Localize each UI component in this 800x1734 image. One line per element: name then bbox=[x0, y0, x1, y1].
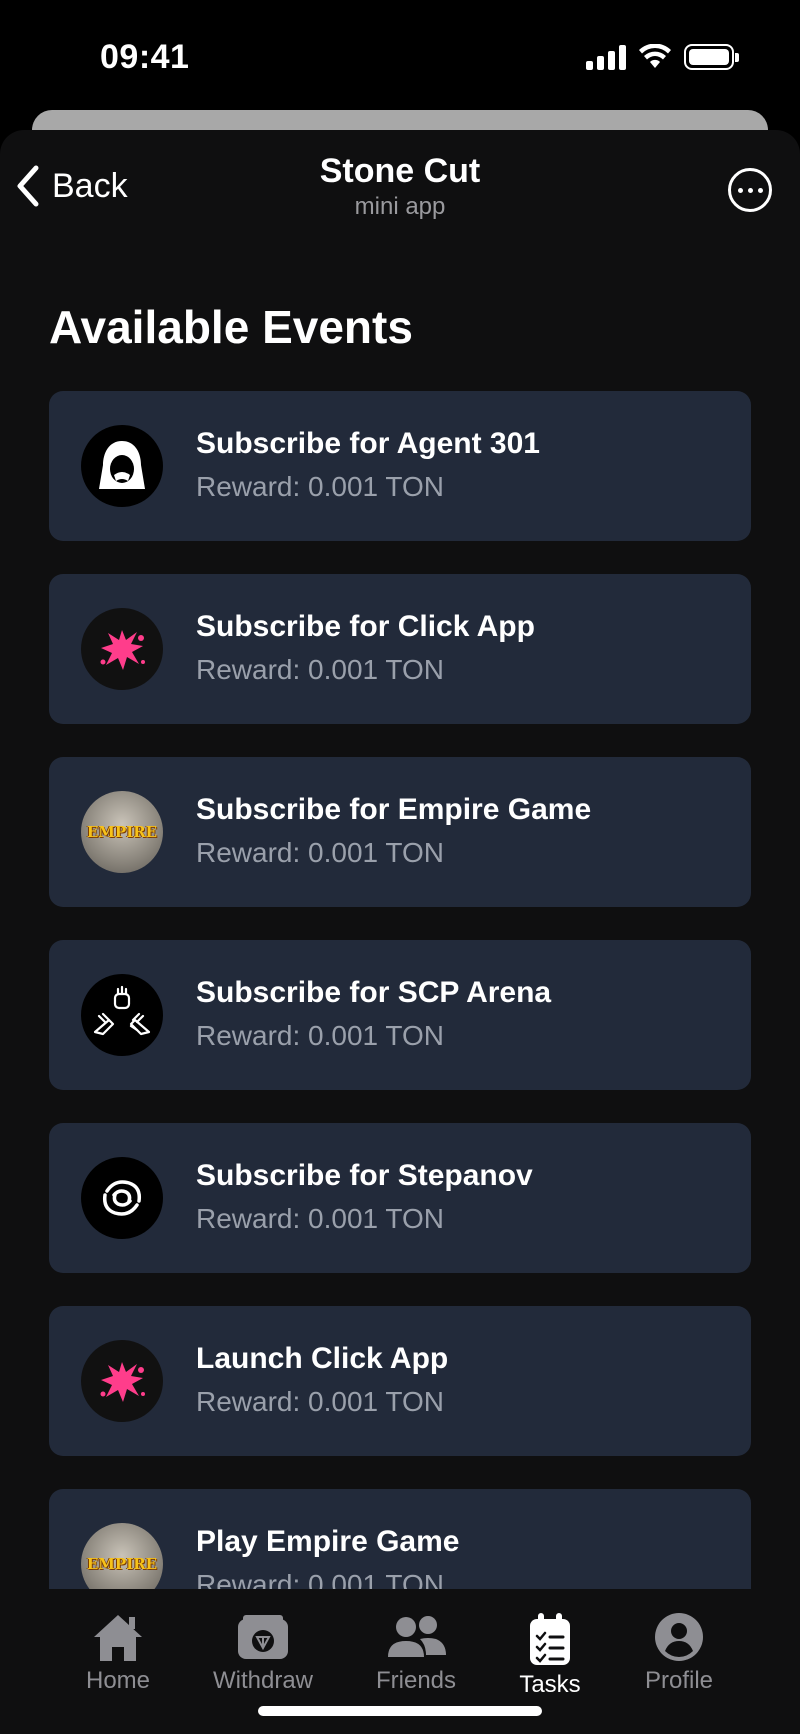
event-text: Subscribe for Stepanov Reward: 0.001 TON bbox=[196, 1159, 533, 1235]
event-title: Subscribe for Empire Game bbox=[196, 793, 592, 826]
cellular-signal-icon bbox=[586, 44, 626, 70]
title-block: Stone Cut mini app bbox=[0, 152, 800, 221]
event-title: Subscribe for Agent 301 bbox=[196, 427, 540, 460]
event-reward: Reward: 0.001 TON bbox=[196, 1203, 444, 1234]
event-reward: Reward: 0.001 TON bbox=[196, 837, 444, 868]
event-card[interactable]: Subscribe for Agent 301 Reward: 0.001 TO… bbox=[49, 391, 751, 541]
tab-friends[interactable]: Friends bbox=[351, 1611, 481, 1695]
pink-splash-icon bbox=[81, 1340, 163, 1422]
tab-profile[interactable]: Profile bbox=[614, 1611, 744, 1695]
event-card[interactable]: EMPIRE Play Empire Game Reward: 0.001 TO… bbox=[49, 1489, 751, 1589]
event-reward: Reward: 0.001 TON bbox=[196, 654, 444, 685]
event-reward: Reward: 0.001 TON bbox=[196, 1020, 444, 1051]
event-reward: Reward: 0.001 TON bbox=[196, 1386, 444, 1417]
battery-icon bbox=[684, 44, 739, 70]
event-card[interactable]: Subscribe for Click App Reward: 0.001 TO… bbox=[49, 574, 751, 724]
event-title: Subscribe for Click App bbox=[196, 610, 535, 643]
event-card[interactable]: Launch Click App Reward: 0.001 TON bbox=[49, 1306, 751, 1456]
tab-tasks[interactable]: Tasks bbox=[485, 1611, 615, 1699]
event-card[interactable]: EMPIRE Subscribe for Empire Game Reward:… bbox=[49, 757, 751, 907]
event-title: Play Empire Game bbox=[196, 1525, 460, 1558]
empire-logo-icon: EMPIRE bbox=[81, 1523, 163, 1589]
event-text: Subscribe for Empire Game Reward: 0.001 … bbox=[196, 793, 591, 869]
more-dot bbox=[747, 187, 753, 193]
wifi-icon bbox=[639, 44, 671, 68]
event-reward: Reward: 0.001 TON bbox=[196, 471, 444, 502]
tab-withdraw[interactable]: Withdraw bbox=[198, 1611, 328, 1695]
event-text: Subscribe for Agent 301 Reward: 0.001 TO… bbox=[196, 427, 540, 503]
event-title: Subscribe for SCP Arena bbox=[196, 976, 552, 1009]
event-text: Subscribe for SCP Arena Reward: 0.001 TO… bbox=[196, 976, 551, 1052]
pink-splash-icon bbox=[81, 608, 163, 690]
home-icon bbox=[94, 1615, 142, 1661]
empire-logo-icon: EMPIRE bbox=[81, 791, 163, 873]
status-bar: 09:41 bbox=[0, 0, 800, 110]
mini-app-container: Back Stone Cut mini app Available Events… bbox=[0, 130, 800, 1734]
tab-label: Profile bbox=[644, 1667, 714, 1694]
tab-label: Home bbox=[85, 1667, 151, 1694]
event-text: Launch Click App Reward: 0.001 TON bbox=[196, 1342, 448, 1418]
event-text: Play Empire Game Reward: 0.001 TON bbox=[196, 1525, 459, 1589]
event-title: Launch Click App bbox=[196, 1342, 449, 1375]
friends-icon bbox=[388, 1616, 446, 1657]
event-reward: Reward: 0.001 TON bbox=[196, 1569, 444, 1589]
more-options-button[interactable] bbox=[728, 168, 772, 212]
wallet-icon bbox=[238, 1615, 288, 1659]
status-time: 09:41 bbox=[100, 38, 190, 76]
hooded-agent-icon bbox=[81, 425, 163, 507]
profile-icon bbox=[655, 1613, 703, 1661]
tab-label: Tasks bbox=[519, 1671, 581, 1698]
tab-label: Friends bbox=[375, 1667, 457, 1694]
event-title: Subscribe for Stepanov bbox=[196, 1159, 533, 1192]
swirl-icon bbox=[81, 1157, 163, 1239]
rock-paper-scissors-icon bbox=[81, 974, 163, 1056]
nav-header: Back Stone Cut mini app bbox=[0, 130, 800, 240]
event-card[interactable]: Subscribe for SCP Arena Reward: 0.001 TO… bbox=[49, 940, 751, 1090]
more-dot bbox=[737, 187, 743, 193]
app-subtitle: mini app bbox=[354, 193, 446, 220]
status-icons bbox=[586, 44, 739, 70]
app-title: Stone Cut bbox=[319, 152, 481, 190]
more-dot bbox=[757, 187, 763, 193]
tab-home[interactable]: Home bbox=[53, 1611, 183, 1695]
tab-label: Withdraw bbox=[212, 1667, 314, 1694]
event-text: Subscribe for Click App Reward: 0.001 TO… bbox=[196, 610, 535, 686]
section-title: Available Events bbox=[49, 301, 413, 353]
tasks-icon bbox=[530, 1613, 570, 1665]
event-card[interactable]: Subscribe for Stepanov Reward: 0.001 TON bbox=[49, 1123, 751, 1273]
home-indicator bbox=[258, 1706, 542, 1716]
events-list[interactable]: Subscribe for Agent 301 Reward: 0.001 TO… bbox=[49, 391, 751, 1589]
